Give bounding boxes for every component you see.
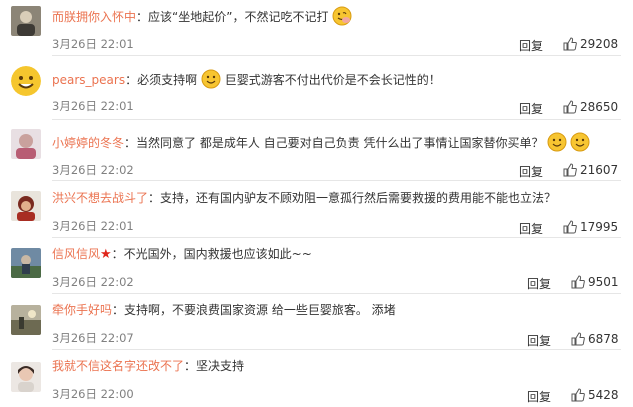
username-link[interactable]: pears_pears	[52, 73, 125, 87]
comment-text: 巨婴式游客不付出代价是不会长记性的！	[224, 73, 441, 87]
double-smile-face-icon	[547, 132, 590, 152]
separator	[52, 119, 621, 120]
like-count: 29208	[580, 37, 619, 51]
avatar[interactable]	[11, 305, 41, 335]
username-link[interactable]: 我就不信这名字还改不了	[52, 359, 184, 373]
separator	[52, 293, 621, 294]
comment-text: ：支持啊，不要浪费国家资源 给一些巨婴旅客。 添堵	[112, 303, 396, 317]
comment-time: 3月26日 22:01	[52, 219, 134, 233]
avatar[interactable]	[11, 6, 41, 36]
like-button[interactable]: 6878	[571, 332, 619, 346]
like-count: 9501	[588, 275, 619, 289]
username-link[interactable]: 牵你手好吗	[52, 303, 112, 317]
like-button[interactable]: 17995	[563, 220, 618, 234]
reply-button[interactable]: 回复	[527, 388, 551, 405]
thumbs-up-icon	[563, 220, 577, 234]
thumbs-up-icon	[571, 275, 585, 289]
like-count: 5428	[588, 388, 619, 402]
thumbs-up-icon	[563, 163, 577, 177]
thumbs-up-icon	[571, 388, 585, 402]
like-count: 21607	[580, 163, 619, 177]
comment-time: 3月26日 22:00	[52, 387, 134, 401]
username-link[interactable]: 洪兴不想去战斗了	[52, 191, 148, 205]
separator	[52, 55, 621, 56]
avatar[interactable]	[11, 362, 41, 392]
avatar[interactable]	[11, 248, 41, 278]
separator	[52, 237, 621, 238]
avatar[interactable]	[11, 66, 41, 96]
comment-text: ：当然同意了 都是成年人 自己要对自己负责 凭什么出了事情让国家替你买单？	[124, 136, 544, 150]
comment-text: ：必须支持啊	[125, 73, 198, 87]
comment-text: ：坚决支持	[184, 359, 245, 373]
comment-time: 3月26日 22:01	[52, 99, 134, 113]
reply-button[interactable]: 回复	[519, 100, 543, 117]
comment-time: 3月26日 22:02	[52, 275, 134, 289]
like-button[interactable]: 21607	[563, 163, 618, 177]
like-count: 6878	[588, 332, 619, 346]
like-count: 28650	[580, 100, 619, 114]
like-button[interactable]: 5428	[571, 388, 619, 402]
thumbs-up-icon	[571, 332, 585, 346]
comment-text: ：不光国外，国内救援也应该如此~~	[111, 247, 312, 261]
avatar[interactable]	[11, 191, 41, 221]
comment-time: 3月26日 22:07	[52, 331, 134, 345]
username-link[interactable]: 小婷婷的冬冬	[52, 136, 124, 150]
like-count: 17995	[580, 220, 619, 234]
separator	[52, 180, 621, 181]
avatar[interactable]	[11, 129, 41, 159]
separator	[52, 349, 621, 350]
comment-text: ：应该“坐地起价”，不然记吃不记打	[136, 10, 329, 24]
like-button[interactable]: 29208	[563, 37, 618, 51]
username-link[interactable]: 而朕拥你入怀中	[52, 10, 136, 24]
member-badge-icon[interactable]: ★	[100, 247, 112, 262]
smile-face-icon	[201, 69, 221, 89]
reply-button[interactable]: 回复	[519, 220, 543, 237]
comment-text: ：支持，还有国内驴友不顾劝阻一意孤行然后需要救援的费用能不能也立法？	[148, 191, 557, 205]
reply-button[interactable]: 回复	[527, 275, 551, 292]
like-button[interactable]: 9501	[571, 275, 619, 289]
face-peek-icon	[332, 6, 352, 26]
comment-time: 3月26日 22:02	[52, 163, 134, 177]
like-button[interactable]: 28650	[563, 100, 618, 114]
reply-button[interactable]: 回复	[527, 332, 551, 349]
thumbs-up-icon	[563, 37, 577, 51]
reply-button[interactable]: 回复	[519, 163, 543, 180]
reply-button[interactable]: 回复	[519, 37, 543, 54]
username-link[interactable]: 信风信风	[52, 247, 100, 261]
comment-time: 3月26日 22:01	[52, 37, 134, 51]
thumbs-up-icon	[563, 100, 577, 114]
comment-list: 而朕拥你入怀中：应该“坐地起价”，不然记吃不记打 3月26日 22:01 回复 …	[0, 0, 633, 407]
